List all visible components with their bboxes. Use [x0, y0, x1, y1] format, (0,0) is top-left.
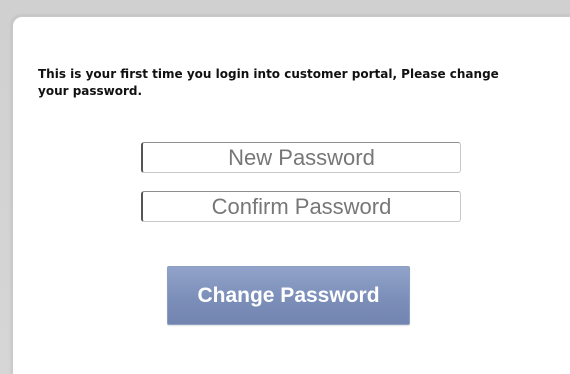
new-password-input[interactable] — [141, 142, 461, 173]
change-password-panel: This is your first time you login into c… — [12, 16, 570, 374]
change-password-button[interactable]: Change Password — [167, 266, 410, 325]
page-background: This is your first time you login into c… — [0, 0, 570, 374]
confirm-password-input[interactable] — [141, 191, 461, 222]
first-login-message: This is your first time you login into c… — [38, 67, 499, 98]
